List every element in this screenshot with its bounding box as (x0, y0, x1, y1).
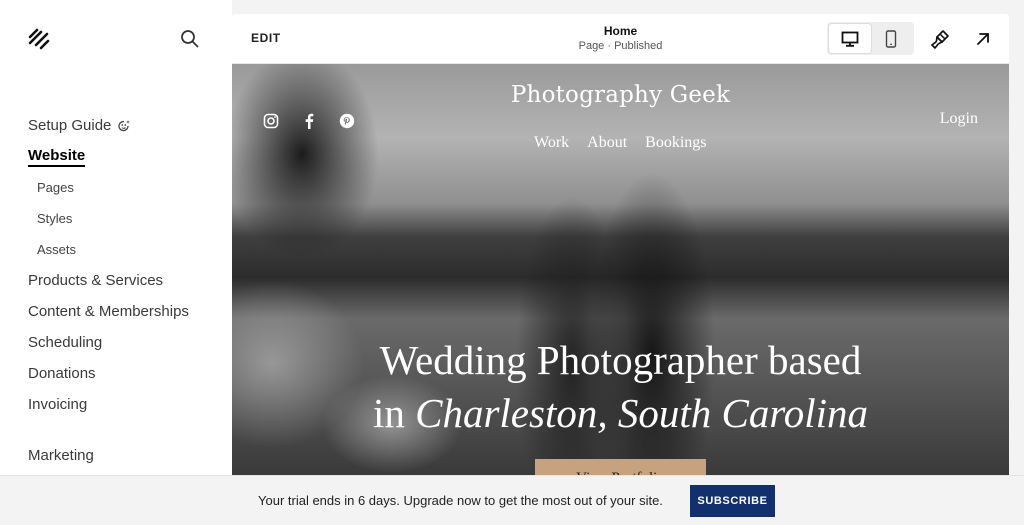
sidebar-item-styles[interactable]: Styles (28, 203, 232, 234)
sidebar-item-scheduling[interactable]: Scheduling (28, 327, 232, 358)
sidebar-item-content-memberships[interactable]: Content & Memberships (28, 296, 232, 327)
sidebar-item-label: Assets (37, 242, 77, 257)
sidebar-item-label: Pages (37, 180, 74, 195)
site-preview[interactable]: Photography Geek Work About Bookings Log… (232, 64, 1009, 475)
sidebar-item-label: Website (28, 147, 86, 167)
sidebar-item-label: Setup Guide (28, 117, 112, 134)
pinterest-icon[interactable] (338, 112, 356, 130)
sidebar-item-label: Content & Memberships (28, 303, 189, 320)
hero-headline-prefix: in (372, 390, 416, 436)
site-nav: Work About Bookings (534, 134, 707, 152)
hero-headline-italic: Charleston, South Carolina (415, 390, 869, 436)
site-styles-brush-icon[interactable] (929, 28, 951, 50)
sidebar-nav: Setup Guide Website Pages Styles Assets (28, 110, 232, 471)
sidebar-item-donations[interactable]: Donations (28, 358, 232, 389)
sidebar-item-label: Invoicing (28, 396, 88, 413)
device-toggle (827, 22, 914, 55)
mobile-icon[interactable] (871, 24, 913, 53)
site-title[interactable]: Photography Geek (232, 82, 1009, 108)
site-nav-work[interactable]: Work (534, 134, 569, 152)
sidebar-item-marketing[interactable]: Marketing (28, 440, 232, 471)
sidebar-item-invoicing[interactable]: Invoicing (28, 389, 232, 420)
subscribe-button[interactable]: SUBSCRIBE (690, 485, 775, 517)
search-icon[interactable] (180, 29, 200, 49)
trial-message: Your trial ends in 6 days. Upgrade now t… (258, 493, 663, 508)
sidebar-item-label: Styles (37, 211, 73, 226)
sidebar-item-assets[interactable]: Assets (28, 234, 232, 265)
hero-headline-line1: Wedding Photographer based (379, 337, 862, 383)
instagram-icon[interactable] (262, 112, 280, 130)
site-nav-about[interactable]: About (587, 134, 627, 152)
sidebar-item-label: Marketing (28, 447, 94, 464)
squarespace-logo-icon[interactable] (27, 28, 51, 50)
trial-banner: Your trial ends in 6 days. Upgrade now t… (0, 475, 1024, 525)
view-portfolio-button[interactable]: View Portfolio (535, 459, 706, 475)
sidebar-item-products-services[interactable]: Products & Services (28, 265, 232, 296)
sidebar-item-setup-guide[interactable]: Setup Guide (28, 110, 232, 141)
site-login-link[interactable]: Login (940, 110, 978, 128)
hero-headline-line2: in Charleston, South Carolina (232, 387, 1009, 440)
sparkle-icon (117, 119, 131, 133)
editor-toolbar: EDIT Home Page · Published (232, 14, 1009, 64)
sidebar-item-label: Scheduling (28, 334, 103, 351)
sidebar: Setup Guide Website Pages Styles Assets (0, 0, 232, 475)
facebook-icon[interactable] (300, 112, 318, 130)
hero-headline[interactable]: Wedding Photographer based in Charleston… (232, 334, 1009, 440)
site-nav-bookings[interactable]: Bookings (645, 134, 706, 152)
sidebar-item-pages[interactable]: Pages (28, 172, 232, 203)
open-external-arrow-icon[interactable] (972, 28, 994, 50)
sidebar-item-label: Donations (28, 365, 96, 382)
desktop-icon[interactable] (829, 24, 871, 53)
sidebar-item-website[interactable]: Website (28, 141, 232, 172)
sidebar-item-label: Products & Services (28, 272, 164, 289)
editor-frame: EDIT Home Page · Published Photography G… (232, 14, 1009, 475)
